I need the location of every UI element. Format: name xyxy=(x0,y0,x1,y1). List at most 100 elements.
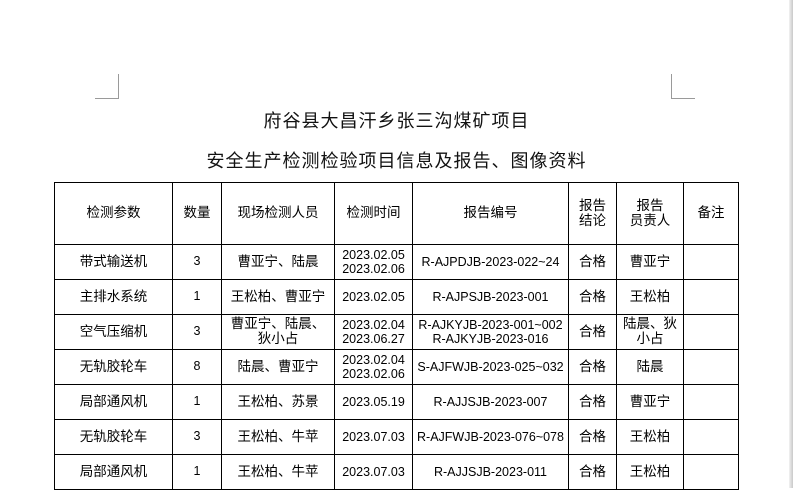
cell-remark xyxy=(683,419,739,455)
cell-conclusion: 合格 xyxy=(568,454,617,490)
cell-conclusion: 合格 xyxy=(568,279,617,315)
cell-date-line: 2023.02.05 xyxy=(342,247,405,262)
cell-date: 2023.02.05 xyxy=(334,279,413,315)
cell-report-no-line: R-AJKYJB-2023-001~002 xyxy=(418,317,563,332)
header-param: 检测参数 xyxy=(54,182,173,245)
cell-responsible: 王松柏 xyxy=(616,454,684,490)
header-responsible-line2: 员责人 xyxy=(629,212,671,229)
cell-staff: 王松柏、牛苹 xyxy=(221,454,335,490)
cell-report-no-line: S-AJFWJB-2023-025~032 xyxy=(417,359,564,374)
cell-date-line: 2023.02.04 xyxy=(342,352,405,367)
cell-report-no: R-AJPDJB-2023-022~24 xyxy=(412,244,569,280)
table-header-row: 检测参数 数量 现场检测人员 检测时间 报告编号 报告 结论 报告 员责人 备注 xyxy=(54,182,739,245)
cell-report-no: R-AJPSJB-2023-001 xyxy=(412,279,569,315)
cell-remark xyxy=(683,279,739,315)
cell-staff-line: 王松柏、曹亚宁 xyxy=(230,288,326,305)
cell-staff-line: 王松柏、牛苹 xyxy=(237,428,319,445)
table-row: 主排水系统 1 王松柏、曹亚宁 2023.02.05 R-AJPSJB-2023-001… xyxy=(54,279,739,315)
cell-qty: 3 xyxy=(172,419,222,455)
header-time: 检测时间 xyxy=(334,182,413,245)
crop-mark-left xyxy=(118,74,119,98)
cell-qty: 3 xyxy=(172,244,222,280)
cell-report-no-line: R-AJFWJB-2023-076~078 xyxy=(417,429,564,444)
cell-date-line: 2023.02.04 xyxy=(342,317,405,332)
table-row: 无轨胶轮车 3 王松柏、牛苹 2023.07.03 R-AJFWJB-2023-076~… xyxy=(54,419,739,455)
crop-mark-right-h xyxy=(671,98,695,99)
cell-staff: 曹亚宁、陆晨、 狄小占 xyxy=(221,314,335,350)
cell-responsible-line: 王松柏 xyxy=(629,463,671,480)
header-staff: 现场检测人员 xyxy=(221,182,335,245)
cell-responsible: 陆晨、狄 小占 xyxy=(616,314,684,350)
cell-report-no: R-AJFWJB-2023-076~078 xyxy=(412,419,569,455)
cell-param: 带式输送机 xyxy=(54,244,173,280)
cell-report-no: R-AJJSJB-2023-007 xyxy=(412,384,569,420)
cell-responsible: 陆晨 xyxy=(616,349,684,385)
crop-mark-left-h xyxy=(95,98,119,99)
cell-remark xyxy=(683,314,739,350)
cell-param: 局部通风机 xyxy=(54,384,173,420)
cell-date: 2023.07.03 xyxy=(334,419,413,455)
header-conclusion: 报告 结论 xyxy=(568,182,617,245)
cell-responsible-line: 曹亚宁 xyxy=(629,393,671,410)
cell-staff: 王松柏、牛苹 xyxy=(221,419,335,455)
cell-report-no: R-AJJSJB-2023-011 xyxy=(412,454,569,490)
cell-report-no: S-AJFWJB-2023-025~032 xyxy=(412,349,569,385)
header-qty: 数量 xyxy=(172,182,222,245)
table-row: 带式输送机 3 曹亚宁、陆晨 2023.02.05 2023.02.06 R-AJPDJB… xyxy=(54,244,739,280)
header-conclusion-line1: 报告 xyxy=(579,197,606,214)
cell-date: 2023.07.03 xyxy=(334,454,413,490)
cell-responsible-line: 王松柏 xyxy=(629,288,671,305)
cell-date-line: 2023.07.03 xyxy=(342,429,405,444)
inspection-table: 检测参数 数量 现场检测人员 检测时间 报告编号 报告 结论 报告 员责人 备注… xyxy=(54,182,739,490)
cell-report-no-line: R-AJJSJB-2023-011 xyxy=(433,464,547,479)
cell-staff-line: 王松柏、苏景 xyxy=(237,393,319,410)
cell-param: 无轨胶轮车 xyxy=(54,419,173,455)
cell-report-no-line: R-AJKYJB-2023-016 xyxy=(432,332,549,346)
cell-responsible: 曹亚宁 xyxy=(616,244,684,280)
crop-mark-right xyxy=(671,74,672,98)
cell-staff-line: 王松柏、牛苹 xyxy=(237,463,319,480)
header-conclusion-line2: 结论 xyxy=(579,212,606,229)
cell-staff-line: 曹亚宁、陆晨、 xyxy=(230,316,326,333)
cell-responsible: 曹亚宁 xyxy=(616,384,684,420)
cell-conclusion: 合格 xyxy=(568,384,617,420)
cell-report-no: R-AJKYJB-2023-001~002 R-AJKYJB-2023-016 xyxy=(412,314,569,350)
cell-param: 空气压缩机 xyxy=(54,314,173,350)
cell-date-line: 2023.07.03 xyxy=(342,464,405,479)
cell-responsible-line: 王松柏 xyxy=(629,428,671,445)
cell-date-line: 2023.02.06 xyxy=(342,262,405,276)
cell-param: 无轨胶轮车 xyxy=(54,349,173,385)
cell-conclusion: 合格 xyxy=(568,314,617,350)
cell-date: 2023.02.05 2023.02.06 xyxy=(334,244,413,280)
table-row: 局部通风机 1 王松柏、牛苹 2023.07.03 R-AJJSJB-2023-011 合… xyxy=(54,454,739,490)
cell-responsible: 王松柏 xyxy=(616,279,684,315)
cell-conclusion: 合格 xyxy=(568,419,617,455)
cell-staff: 陆晨、曹亚宁 xyxy=(221,349,335,385)
cell-date-line: 2023.02.05 xyxy=(342,289,405,304)
cell-responsible-line: 陆晨、狄 xyxy=(623,316,677,333)
cell-responsible-line: 小占 xyxy=(636,331,664,347)
document-subtitle: 安全生产检测检验项目信息及报告、图像资料 xyxy=(206,151,587,172)
cell-responsible-line: 陆晨 xyxy=(636,358,664,375)
cell-remark xyxy=(683,349,739,385)
cell-staff-line: 陆晨、曹亚宁 xyxy=(237,358,319,375)
cell-report-no-line: R-AJJSJB-2023-007 xyxy=(433,394,548,409)
cell-qty: 3 xyxy=(172,314,222,350)
cell-remark xyxy=(683,384,739,420)
cell-qty: 1 xyxy=(172,384,222,420)
table-row: 无轨胶轮车 8 陆晨、曹亚宁 2023.02.04 2023.02.06 S-AJFWJB… xyxy=(54,349,739,385)
cell-date: 2023.05.19 xyxy=(334,384,413,420)
cell-staff: 王松柏、曹亚宁 xyxy=(221,279,335,315)
document-page: 府谷县大昌汗乡张三沟煤矿项目 安全生产检测检验项目信息及报告、图像资料 检测参数… xyxy=(0,0,793,490)
cell-qty: 8 xyxy=(172,349,222,385)
cell-qty: 1 xyxy=(172,454,222,490)
cell-param: 主排水系统 xyxy=(54,279,173,315)
header-responsible-line1: 报告 xyxy=(636,197,664,214)
cell-staff-line: 曹亚宁、陆晨 xyxy=(237,253,319,270)
cell-staff: 王松柏、苏景 xyxy=(221,384,335,420)
cell-qty: 1 xyxy=(172,279,222,315)
cell-date: 2023.02.04 2023.06.27 xyxy=(334,314,413,350)
table-row: 空气压缩机 3 曹亚宁、陆晨、 狄小占 2023.02.04 2023.06.27 R-AJ… xyxy=(54,314,739,350)
cell-report-no-line: R-AJPSJB-2023-001 xyxy=(432,289,549,304)
table-row: 局部通风机 1 王松柏、苏景 2023.05.19 R-AJJSJB-2023-007 合… xyxy=(54,384,739,420)
